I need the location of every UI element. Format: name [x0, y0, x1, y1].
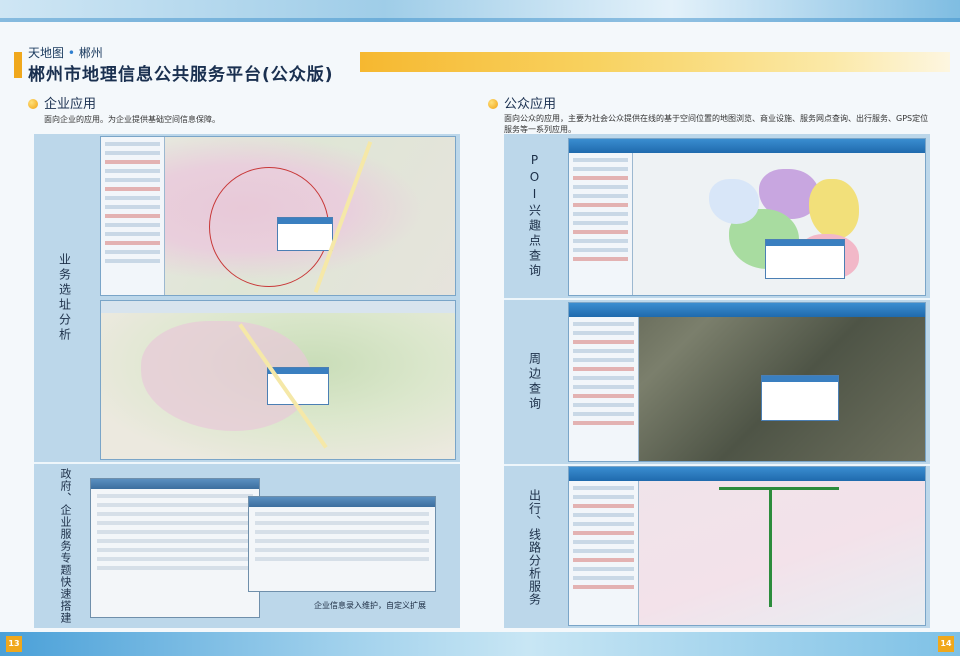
site-label-col: 业务选址分析: [34, 134, 96, 462]
panel-separator: [34, 462, 460, 464]
form-row: [97, 566, 253, 570]
label-site-analysis: 业务选址分析: [57, 253, 72, 343]
route-line: [769, 487, 772, 607]
form-row: [255, 521, 429, 525]
title-accent-bar: [14, 52, 22, 78]
screenshot-sidebar: [569, 153, 633, 295]
public-panel: POI兴趣点查询 周边查询 出行、线路分析服务: [504, 134, 930, 628]
public-desc: 面向公众的应用，主要为社会公众提供在线的基于空间位置的地图浏览、商业设施、服务网…: [504, 114, 929, 134]
title-gradient-bar: [360, 52, 950, 72]
form-row: [97, 530, 253, 534]
screenshot-header: [569, 467, 925, 481]
public-title: 公众应用: [504, 97, 557, 112]
enterprise-panel: 业务选址分析 政府、企业服务专题快速搭建 企业信息录入维护，自定义扩展: [34, 134, 460, 628]
enterprise-desc: 面向企业的应用。为企业提供基础空间信息保障。: [44, 115, 220, 124]
screenshot-header: [569, 303, 925, 317]
form-row: [97, 548, 253, 552]
route-line: [719, 487, 839, 490]
map-popup: [761, 375, 839, 421]
form-row: [255, 557, 429, 561]
bullet-icon: [28, 99, 38, 109]
screenshot-sidebar: [569, 481, 639, 625]
screenshot-site-analysis-1: [100, 136, 456, 296]
top-decor-band: [0, 0, 960, 22]
screenshot-toolbar: [101, 301, 455, 313]
brand-dot: •: [67, 46, 75, 60]
map-region: [809, 179, 859, 239]
form-row: [97, 494, 253, 498]
enterprise-caption: 企业信息录入维护，自定义扩展: [314, 601, 426, 610]
screenshot-route: [568, 466, 926, 626]
screenshot-nearby: [568, 302, 926, 462]
page-title: 郴州市地理信息公共服务平台(公众版): [28, 65, 334, 85]
form-window-header: [91, 479, 259, 489]
gov-label-col: 政府、企业服务专题快速搭建: [34, 464, 96, 628]
bottom-decor-band: [0, 632, 960, 656]
form-window-header: [249, 497, 435, 507]
form-row: [97, 503, 253, 507]
form-row: [255, 512, 429, 516]
form-row: [97, 557, 253, 561]
panel-separator: [504, 298, 930, 300]
form-row: [97, 521, 253, 525]
form-row: [255, 548, 429, 552]
poi-label-col: POI兴趣点查询: [504, 134, 566, 298]
nearby-label-col: 周边查询: [504, 300, 566, 464]
map-region: [709, 179, 759, 224]
page-number-left: 13: [6, 636, 22, 652]
route-label-col: 出行、线路分析服务: [504, 466, 566, 628]
map-popup: [277, 217, 333, 251]
bullet-icon: [488, 99, 498, 109]
screenshot-sidebar: [569, 317, 639, 461]
map-popup: [765, 239, 845, 279]
form-row: [255, 539, 429, 543]
form-row: [97, 512, 253, 516]
screenshot-info-form: [248, 496, 436, 592]
screenshot-sidebar: [101, 137, 165, 295]
brand-line: 天地图 • 郴州: [28, 44, 103, 61]
form-row: [255, 530, 429, 534]
label-poi-query: POI兴趣点查询: [527, 153, 542, 279]
label-nearby-query: 周边查询: [527, 352, 542, 412]
form-row: [97, 539, 253, 543]
screenshot-form-window: [90, 478, 260, 618]
screenshot-header: [569, 139, 925, 153]
screenshot-poi: [568, 138, 926, 296]
public-heading: 公众应用: [488, 93, 556, 112]
brand-sky: 天地图: [28, 46, 65, 60]
enterprise-title: 企业应用: [44, 97, 97, 112]
screenshot-site-analysis-2: [100, 300, 456, 460]
enterprise-heading: 企业应用: [28, 93, 96, 112]
page-number-right: 14: [938, 636, 954, 652]
brand-city: 郴州: [78, 46, 103, 60]
label-route-analysis: 出行、线路分析服务: [527, 488, 542, 606]
label-gov-service: 政府、企业服务专题快速搭建: [59, 468, 72, 624]
